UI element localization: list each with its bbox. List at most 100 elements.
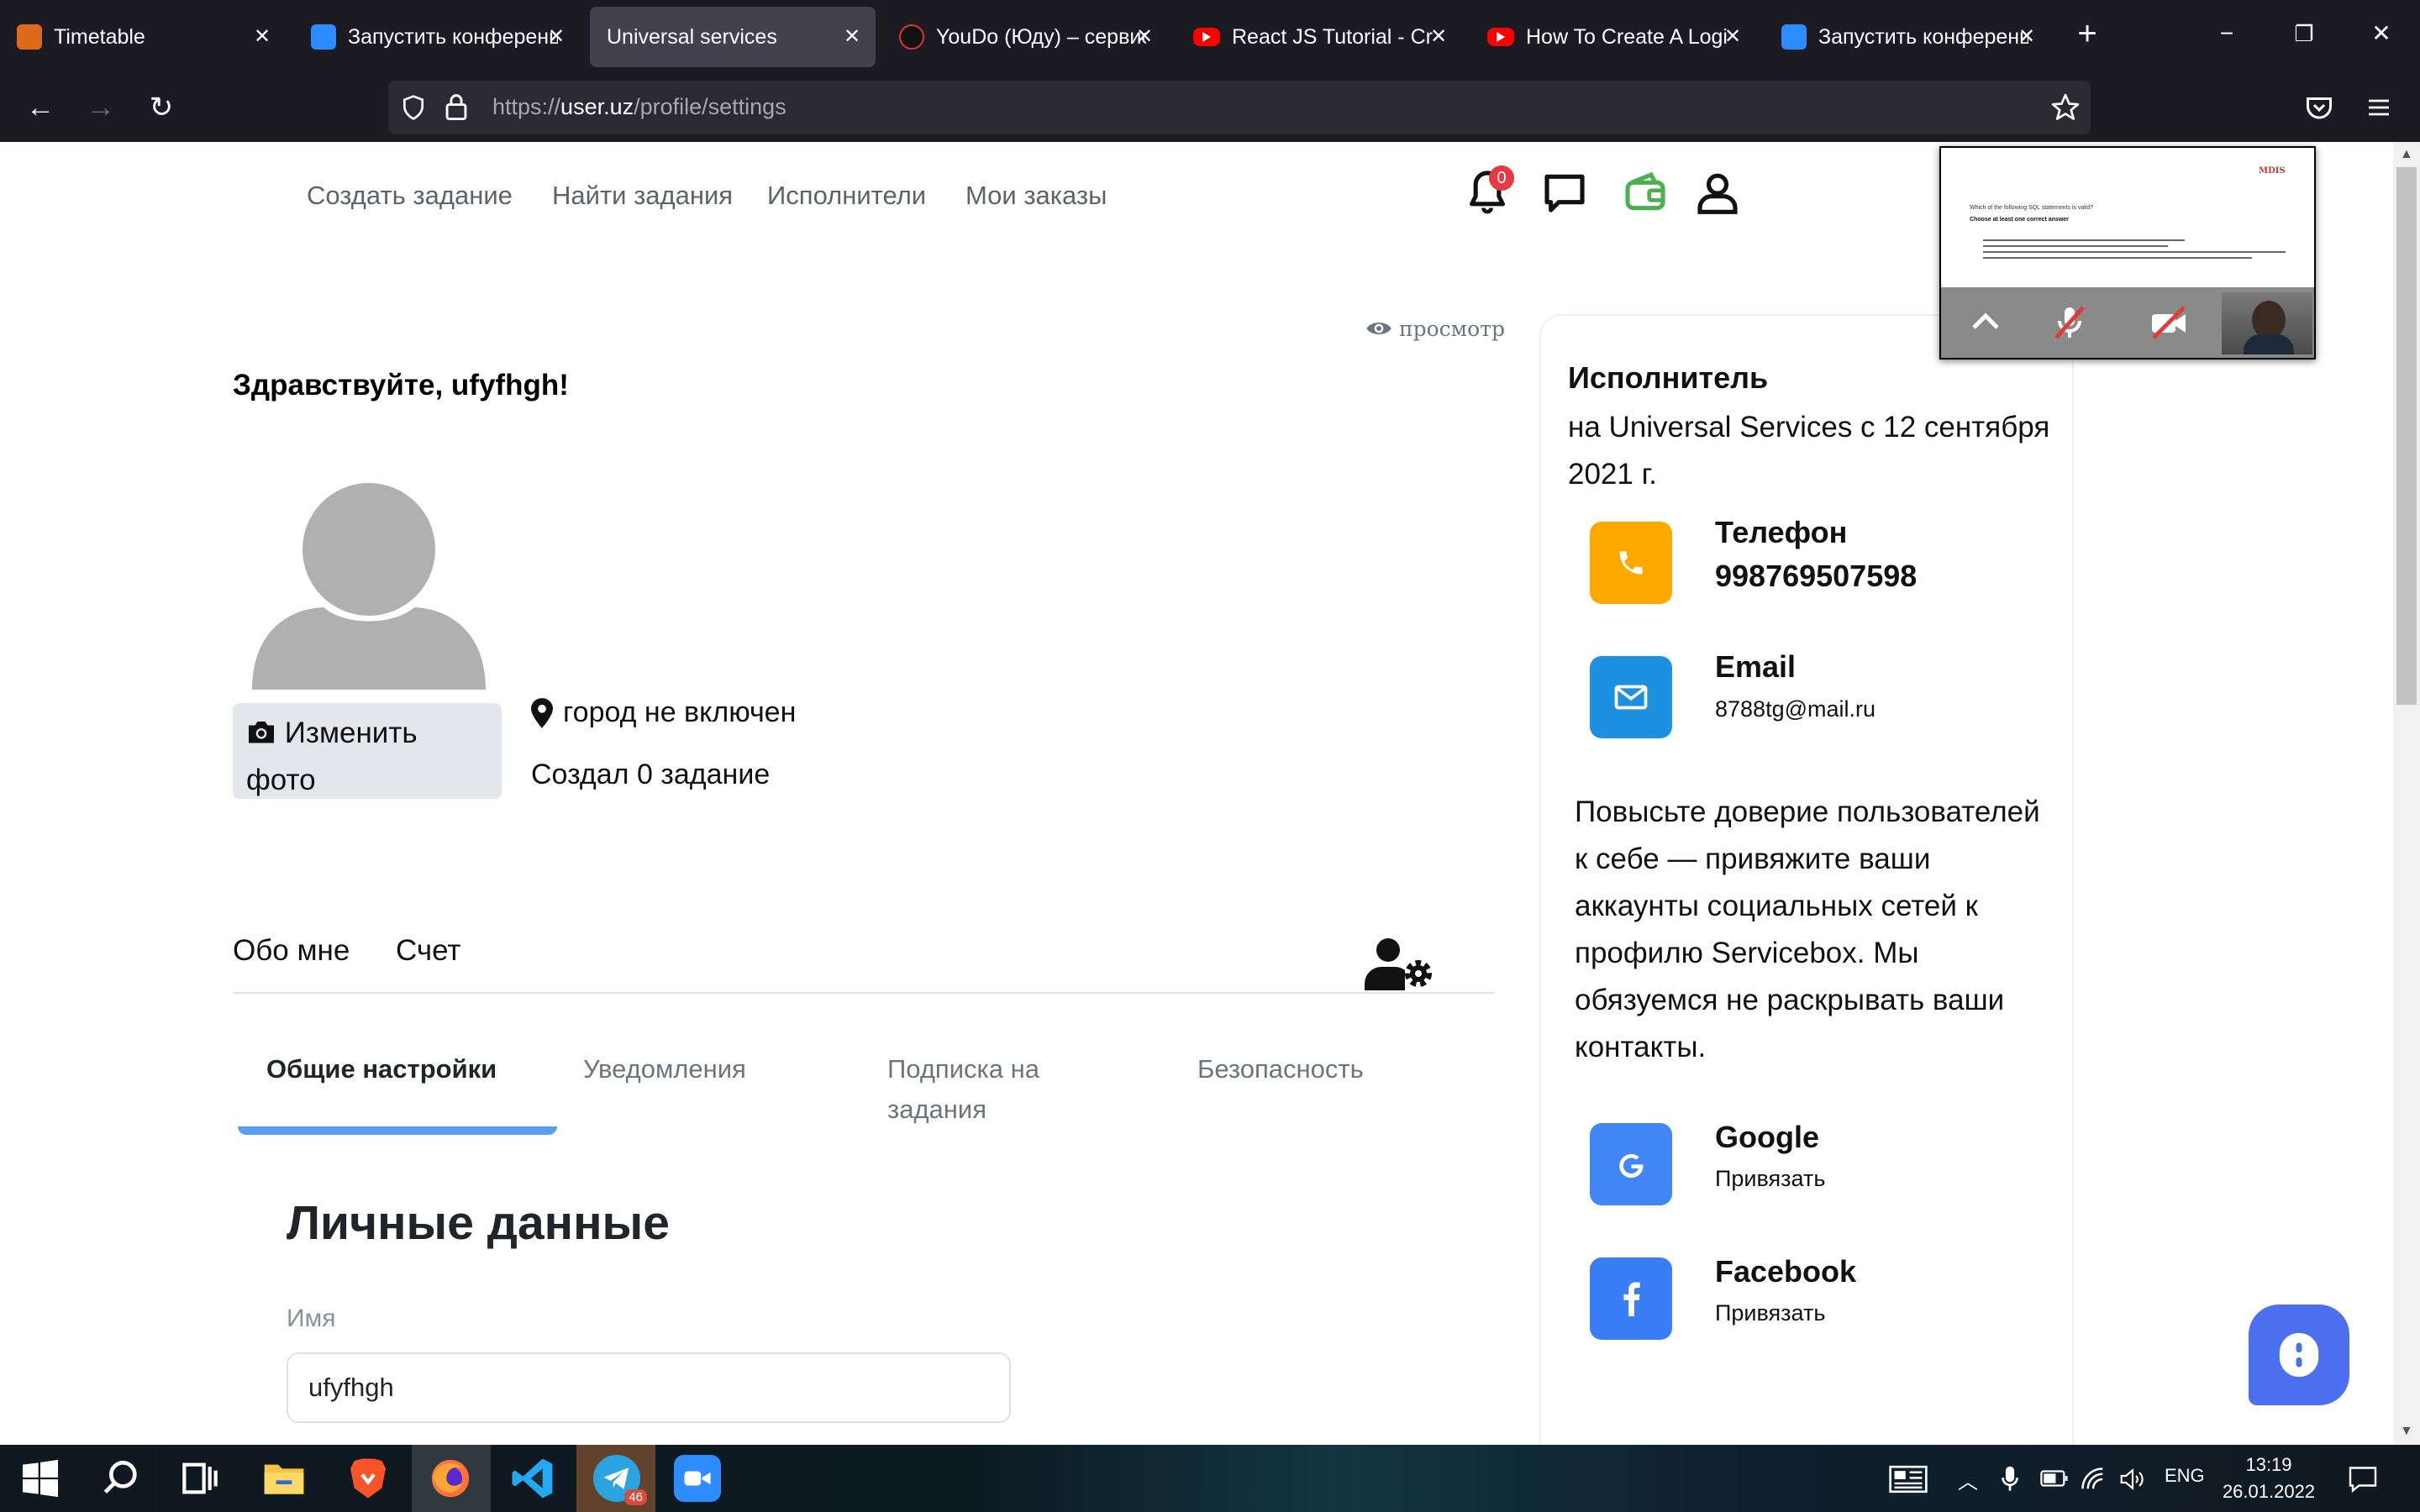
tabs-divider [233, 992, 1494, 994]
close-tab-icon[interactable]: ✕ [1427, 25, 1450, 49]
search-icon[interactable] [97, 1455, 145, 1502]
scroll-thumb[interactable] [2396, 167, 2417, 705]
wifi-icon[interactable] [2081, 1467, 2106, 1492]
close-tab-icon[interactable]: ✕ [840, 25, 864, 49]
nav-my-orders[interactable]: Мои заказы [965, 181, 1107, 211]
tray-microphone-icon[interactable] [2000, 1465, 2020, 1494]
telegram-unread-badge: 46 [624, 1489, 647, 1505]
youdo-favicon-icon [899, 24, 924, 50]
nav-find-tasks[interactable]: Найти задания [552, 181, 733, 211]
greeting-heading: Здравствуйте, ufyfhgh! [233, 369, 569, 402]
close-tab-icon[interactable]: ✕ [250, 25, 274, 49]
address-bar[interactable]: https://user.uz/profile/settings [388, 81, 2091, 134]
tab-zoom-2[interactable]: Запустить конференцию ✕ [1765, 7, 2050, 67]
zoom-favicon-icon [311, 24, 336, 50]
close-window-button[interactable]: ✕ [2365, 17, 2398, 50]
system-clock[interactable]: 13:19 26.01.2022 [2218, 1452, 2319, 1505]
chat-icon[interactable] [1541, 167, 1588, 218]
windows-start-icon[interactable] [17, 1455, 64, 1502]
close-tab-icon[interactable]: ✕ [544, 25, 568, 49]
forward-button[interactable]: → [82, 89, 119, 126]
minimize-window-button[interactable]: − [2210, 17, 2244, 50]
google-link-action[interactable]: Привязать [1715, 1166, 1825, 1192]
change-photo-button[interactable]: Изменить фото [233, 703, 502, 799]
url-path: /profile/settings [634, 94, 786, 119]
reload-button[interactable]: ↻ [143, 89, 180, 126]
telegram-icon[interactable]: 46 [593, 1455, 647, 1505]
menu-icon[interactable] [2365, 94, 2393, 121]
notification-center-icon[interactable] [2348, 1465, 2378, 1494]
news-widget-icon[interactable] [1889, 1465, 1928, 1494]
youtube-favicon-icon [1193, 28, 1220, 46]
wallet-icon[interactable] [1622, 167, 1669, 218]
facebook-icon-tile[interactable] [1590, 1257, 1672, 1340]
close-tab-icon[interactable]: ✕ [1133, 25, 1156, 49]
vscode-icon[interactable] [509, 1455, 556, 1502]
name-input[interactable] [287, 1352, 1011, 1423]
tab-about-me[interactable]: Обо мне [233, 934, 350, 968]
user-profile-icon[interactable] [1694, 167, 1741, 218]
scroll-down-arrow-icon[interactable]: ▼ [2400, 1424, 2413, 1439]
tab-label: Запустить конференцию [1818, 24, 2028, 49]
preview-label: просмотр [1398, 317, 1506, 341]
task-view-icon[interactable] [176, 1455, 224, 1502]
tab-general-settings[interactable]: Общие настройки [266, 1049, 497, 1089]
youtube-favicon-icon [1487, 28, 1514, 46]
nav-create-task[interactable]: Создать задание [307, 181, 513, 211]
zoom-meeting-minimized-window[interactable]: MDIS Which of the following SQL statemen… [1939, 146, 2316, 360]
windows-taskbar: 46 ︿ ENG 13:19 26.01.2022 [0, 1445, 2420, 1512]
tab-notifications[interactable]: Уведомления [583, 1049, 746, 1089]
tab-react-tutorial[interactable]: React JS Tutorial - Create ✕ [1176, 7, 1462, 67]
tab-youdo[interactable]: YouDo (Юду) – сервис ✕ [882, 7, 1168, 67]
support-chat-button[interactable] [2249, 1305, 2349, 1405]
tab-zoom-1[interactable]: Запустить конференцию ✕ [294, 7, 580, 67]
pocket-icon[interactable] [2304, 92, 2334, 123]
input-language[interactable]: ENG [2165, 1465, 2205, 1487]
notification-count-badge: 0 [1489, 165, 1514, 191]
microphone-muted-icon[interactable] [2047, 302, 2092, 343]
url-text: https://user.uz/profile/settings [492, 94, 786, 120]
camera-icon [249, 722, 274, 743]
tab-timetable[interactable]: Timetable ✕ [0, 7, 286, 67]
firefox-icon[interactable] [427, 1455, 474, 1502]
restore-window-button[interactable]: ❐ [2287, 17, 2321, 50]
back-button[interactable]: ← [22, 89, 59, 126]
file-explorer-icon[interactable] [260, 1455, 308, 1502]
show-hidden-icons-chevron-icon[interactable]: ︿ [1958, 1465, 1978, 1494]
bookmark-star-icon[interactable] [2050, 92, 2081, 123]
battery-icon[interactable] [2040, 1470, 2069, 1487]
phone-icon-tile [1590, 522, 1672, 604]
google-icon-tile[interactable] [1590, 1123, 1672, 1205]
tab-task-subscription[interactable]: Подписка на задания [887, 1049, 1081, 1130]
brave-browser-icon[interactable] [345, 1455, 392, 1502]
volume-icon[interactable] [2119, 1467, 2146, 1492]
user-settings-icon[interactable] [1365, 937, 1435, 990]
nav-performers[interactable]: Исполнители [767, 181, 926, 211]
facebook-icon [1623, 1282, 1640, 1316]
new-tab-button[interactable]: + [2070, 17, 2104, 50]
facebook-link-action[interactable]: Привязать [1715, 1300, 1825, 1326]
video-off-icon[interactable] [2146, 302, 2191, 343]
preview-link[interactable]: просмотр [1365, 317, 1505, 341]
page-scrollbar[interactable]: ▲ ▼ [2393, 142, 2420, 1445]
tab-universal-services[interactable]: Universal services ✕ [590, 7, 876, 67]
tab-login-tutorial[interactable]: How To Create A Login ✕ [1470, 7, 1756, 67]
zoom-app-icon[interactable] [674, 1455, 721, 1502]
close-tab-icon[interactable]: ✕ [2015, 25, 2039, 49]
name-field-label: Имя [287, 1305, 336, 1332]
email-title: Email [1715, 649, 1797, 684]
tab-label: YouDo (Юду) – сервис [936, 24, 1146, 49]
tab-security[interactable]: Безопасность [1197, 1049, 1364, 1089]
url-host: user.uz [560, 94, 634, 119]
timetable-favicon-icon [17, 24, 42, 50]
close-tab-icon[interactable]: ✕ [1721, 25, 1744, 49]
slide-answers [1983, 235, 2286, 263]
city-label: город не включен [563, 696, 797, 728]
expand-chevron-icon[interactable] [1963, 302, 2008, 343]
shield-icon [403, 95, 424, 120]
tab-account[interactable]: Счет [396, 934, 460, 968]
envelope-icon [1614, 685, 1648, 710]
scroll-up-arrow-icon[interactable]: ▲ [2400, 147, 2413, 162]
facebook-title: Facebook [1715, 1254, 1857, 1289]
google-icon [1619, 1153, 1644, 1179]
